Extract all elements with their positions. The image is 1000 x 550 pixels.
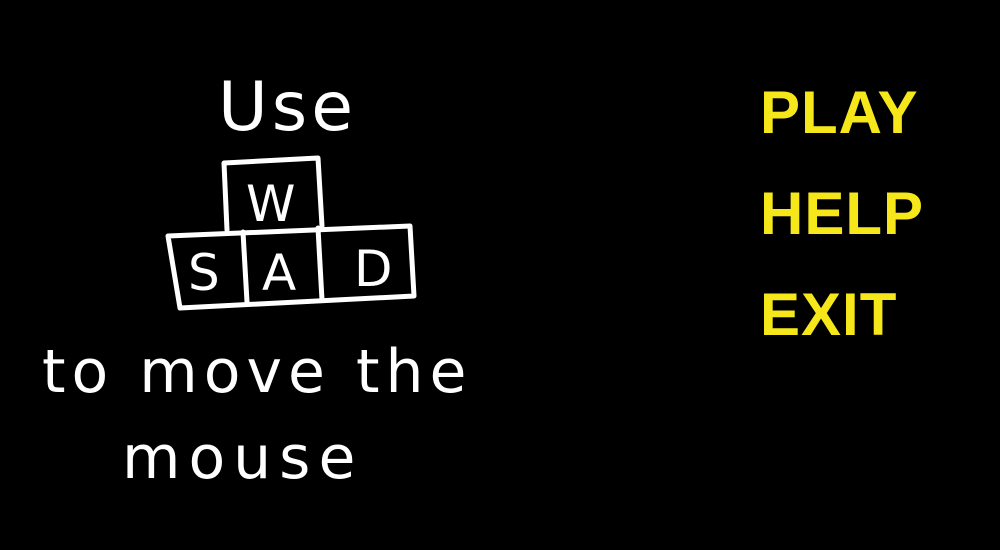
- key-s-label: S: [188, 244, 220, 302]
- instruction-line-mouse: mouse: [122, 423, 363, 493]
- game-help-screen: Use W S A D to move the mouse PLAY HELP …: [0, 0, 1000, 550]
- instruction-line-to-move-the: to move the: [42, 337, 472, 407]
- handwritten-instructions: Use W S A D to move the mouse: [42, 68, 472, 493]
- help-button[interactable]: HELP: [760, 179, 990, 249]
- controls-instructions: Use W S A D to move the mouse: [0, 0, 560, 550]
- instruction-line-use: Use: [218, 68, 357, 147]
- main-menu: PLAY HELP EXIT: [760, 78, 990, 381]
- key-divider-2: [315, 225, 325, 303]
- exit-button[interactable]: EXIT: [760, 280, 990, 350]
- play-button[interactable]: PLAY: [760, 78, 990, 148]
- key-w-label: W: [246, 175, 295, 233]
- key-divider-1: [240, 229, 250, 305]
- key-d-label: D: [354, 240, 393, 298]
- key-a-label: A: [262, 244, 296, 302]
